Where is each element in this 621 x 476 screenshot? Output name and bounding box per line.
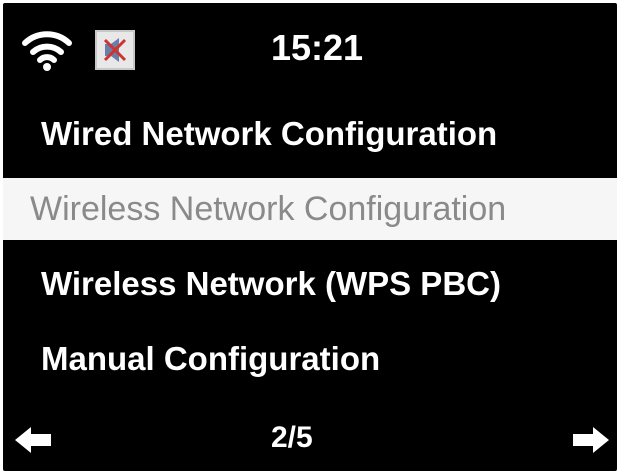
footer-nav: 2/5 xyxy=(3,407,617,467)
menu-item-wireless-network-wps-pbc[interactable]: Wireless Network (WPS PBC) xyxy=(3,253,617,315)
menu-item-wired-network-configuration[interactable]: Wired Network Configuration xyxy=(3,103,617,165)
menu-item-label: Wireless Network (WPS PBC) xyxy=(41,265,501,302)
wifi-icon xyxy=(21,25,73,73)
mute-icon xyxy=(95,30,135,70)
menu-item-label: Wireless Network Configuration xyxy=(30,189,507,228)
device-screen: 15:21 Wired Network Configuration Wirele… xyxy=(3,3,617,471)
clock: 15:21 xyxy=(271,27,364,68)
menu-item-label: Manual Configuration xyxy=(41,340,381,377)
menu-item-wireless-network-configuration[interactable]: Wireless Network Configuration xyxy=(3,178,617,240)
arrow-right-icon[interactable] xyxy=(571,425,609,455)
page-indicator: 2/5 xyxy=(271,421,313,454)
status-bar: 15:21 xyxy=(3,3,617,99)
menu-item-label: Wired Network Configuration xyxy=(41,115,498,152)
arrow-left-icon[interactable] xyxy=(15,425,53,455)
menu-item-manual-configuration[interactable]: Manual Configuration xyxy=(3,328,617,390)
